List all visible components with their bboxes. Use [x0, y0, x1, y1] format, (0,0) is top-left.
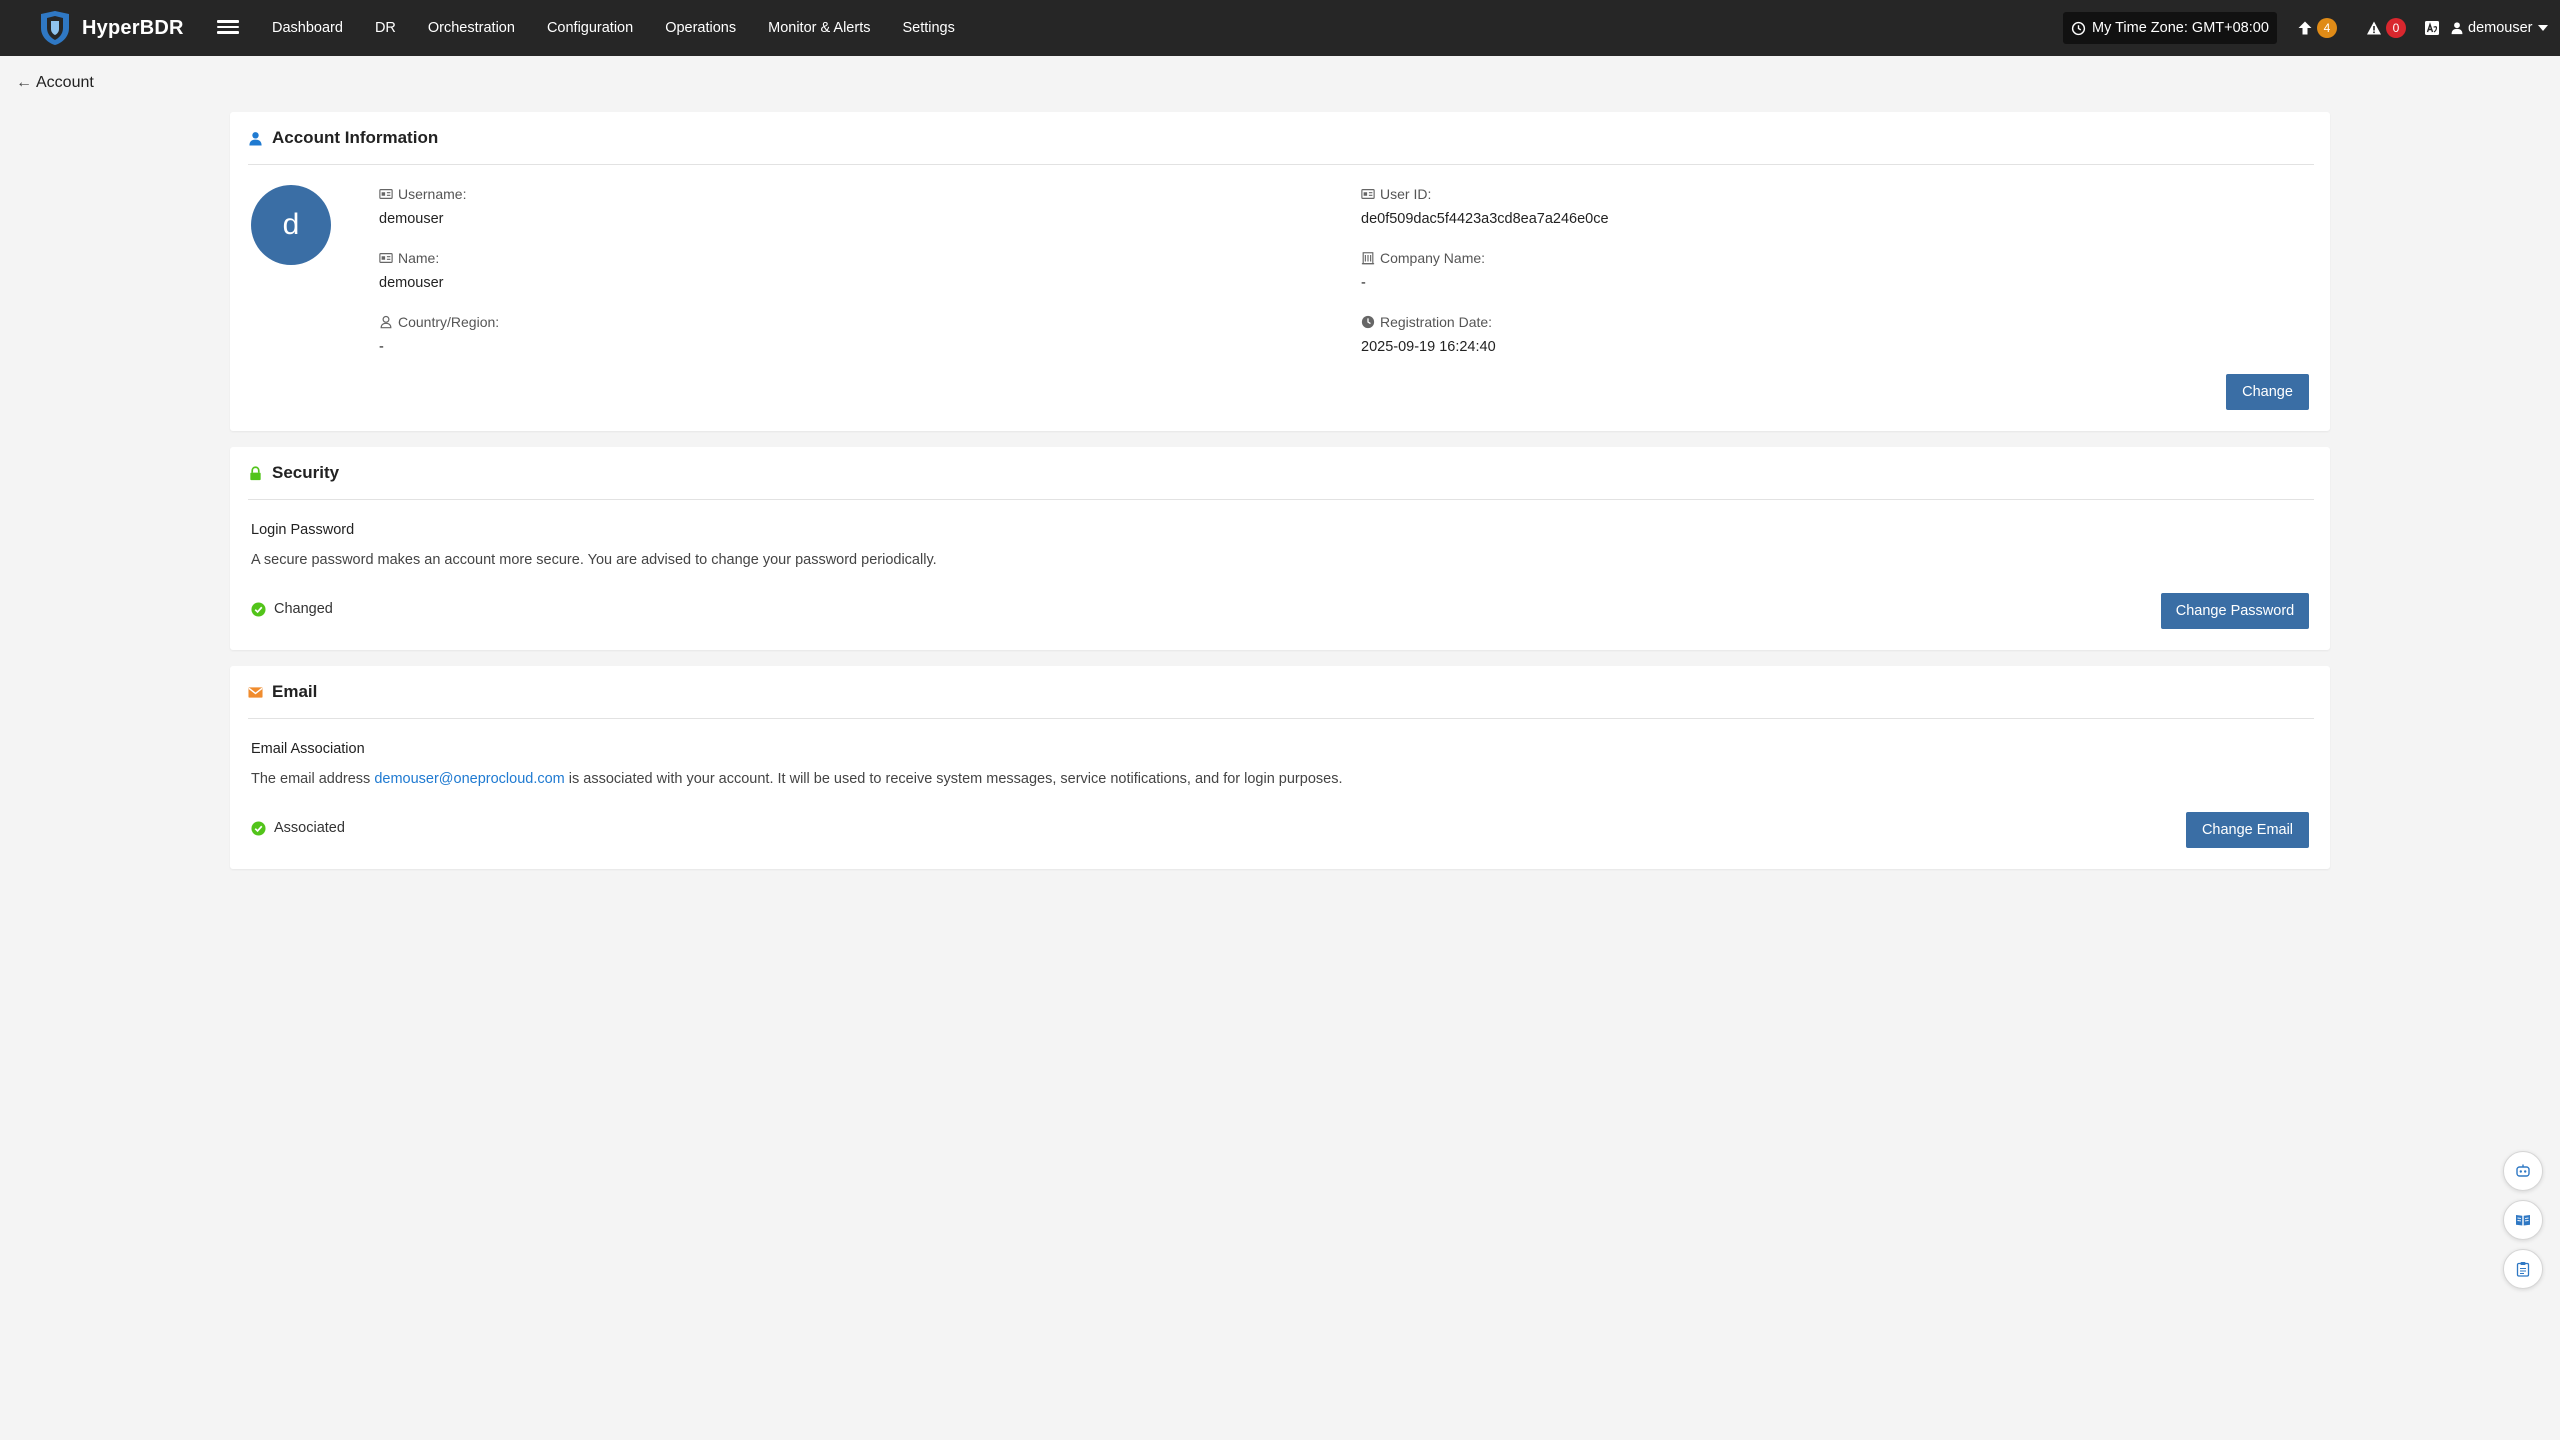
userid-value: de0f509dac5f4423a3cd8ea7a246e0ce [1361, 211, 1609, 227]
arrow-up-icon [2298, 21, 2312, 35]
country-label: Country/Region: [398, 314, 500, 330]
security-description: A secure password makes an account more … [251, 552, 937, 568]
timezone-indicator[interactable]: My Time Zone: GMT+08:00 [2063, 12, 2277, 44]
check-circle-icon [251, 601, 266, 617]
email-description-suffix: is associated with your account. It will… [564, 771, 1343, 787]
email-description: The email address demouser@oneprocloud.c… [251, 771, 1342, 787]
nav-item-dr[interactable]: DR [375, 20, 396, 36]
envelope-icon [248, 686, 263, 698]
nav-item-settings[interactable]: Settings [902, 20, 954, 36]
card-header: Email [248, 666, 2314, 719]
language-switch[interactable] [2424, 16, 2440, 40]
hyperbdr-logo-icon [41, 11, 69, 45]
name-field: Name: demouser [379, 249, 443, 293]
clipboard-button[interactable] [2503, 1249, 2543, 1289]
email-address-link[interactable]: demouser@oneprocloud.com [374, 771, 564, 787]
nav-item-dashboard[interactable]: Dashboard [272, 20, 343, 36]
language-icon [2425, 21, 2439, 35]
arrow-left-icon: ← [16, 74, 32, 91]
email-status-text: Associated [274, 820, 345, 836]
timezone-text: My Time Zone: GMT+08:00 [2092, 20, 2269, 36]
caret-down-icon [2538, 25, 2549, 31]
alert-notifications[interactable]: 0 [2366, 16, 2406, 40]
id-card-icon [379, 253, 393, 263]
id-card-icon [1361, 189, 1375, 199]
company-value: - [1361, 275, 1366, 291]
account-information-card: Account Information d Username: demouser… [230, 112, 2330, 431]
id-card-icon [379, 189, 393, 199]
documentation-button[interactable] [2503, 1200, 2543, 1240]
name-label: Name: [398, 250, 440, 266]
user-menu[interactable]: demouser [2450, 16, 2549, 40]
userid-field: User ID: de0f509dac5f4423a3cd8ea7a246e0c… [1361, 185, 1609, 229]
upgrade-notifications[interactable]: 4 [2297, 16, 2337, 40]
avatar: d [251, 185, 331, 265]
robot-icon [2516, 1164, 2530, 1177]
login-password-heading: Login Password [251, 522, 355, 538]
username-field: Username: demouser [379, 185, 466, 229]
userid-label: User ID: [1380, 186, 1432, 202]
email-card: Email Email Association The email addres… [230, 666, 2330, 869]
country-value: - [379, 339, 384, 355]
registration-date-label: Registration Date: [1380, 314, 1493, 330]
lock-icon [250, 465, 261, 480]
card-header: Account Information [248, 112, 2314, 165]
card-title: Email [272, 682, 318, 701]
user-icon [2451, 22, 2463, 35]
clipboard-icon [2516, 1262, 2530, 1277]
country-field: Country/Region: - [379, 313, 499, 357]
clock-icon [1361, 315, 1375, 329]
card-title: Security [272, 463, 340, 482]
username-value: demouser [379, 211, 444, 227]
top-navigation-bar: HyperBDR Dashboard DR Orchestration Conf… [0, 0, 2560, 56]
main-nav: Dashboard DR Orchestration Configuration… [272, 0, 987, 56]
username-label: Username: [398, 186, 467, 202]
nav-item-monitor-alerts[interactable]: Monitor & Alerts [768, 20, 870, 36]
book-icon [2516, 1215, 2530, 1226]
email-description-prefix: The email address [251, 771, 375, 787]
name-value: demouser [379, 275, 444, 291]
brand-name: HyperBDR [82, 16, 184, 39]
registration-date-value: 2025-09-19 16:24:40 [1361, 339, 1496, 355]
nav-item-configuration[interactable]: Configuration [547, 20, 633, 36]
check-circle-icon [251, 820, 266, 836]
user-icon [249, 131, 262, 146]
company-field: Company Name: - [1361, 249, 1485, 293]
change-password-button[interactable]: Change Password [2161, 593, 2309, 629]
card-header: Security [248, 447, 2314, 500]
page-title: Account [36, 74, 94, 91]
card-title: Account Information [272, 128, 439, 147]
upgrade-count-badge: 4 [2317, 18, 2337, 38]
company-label: Company Name: [1380, 250, 1486, 266]
password-status: Changed [251, 601, 333, 617]
warning-icon [2367, 21, 2381, 35]
change-account-button[interactable]: Change [2226, 374, 2309, 410]
ai-assistant-button[interactable] [2503, 1151, 2543, 1191]
clock-icon [2071, 21, 2086, 35]
change-email-button[interactable]: Change Email [2186, 812, 2309, 848]
nav-item-orchestration[interactable]: Orchestration [428, 20, 515, 36]
back-link[interactable]: ← Account [16, 74, 94, 92]
email-association-heading: Email Association [251, 741, 365, 757]
location-user-icon [380, 315, 392, 329]
nav-item-operations[interactable]: Operations [665, 20, 736, 36]
alert-count-badge: 0 [2386, 18, 2406, 38]
brand[interactable]: HyperBDR [38, 10, 184, 46]
email-status: Associated [251, 820, 345, 836]
security-card: Security Login Password A secure passwor… [230, 447, 2330, 650]
registration-date-field: Registration Date: 2025-09-19 16:24:40 [1361, 313, 1496, 357]
building-icon [1361, 252, 1375, 265]
username-label: demouser [2468, 20, 2533, 36]
password-status-text: Changed [274, 601, 333, 617]
menu-toggle-icon[interactable] [217, 16, 239, 40]
